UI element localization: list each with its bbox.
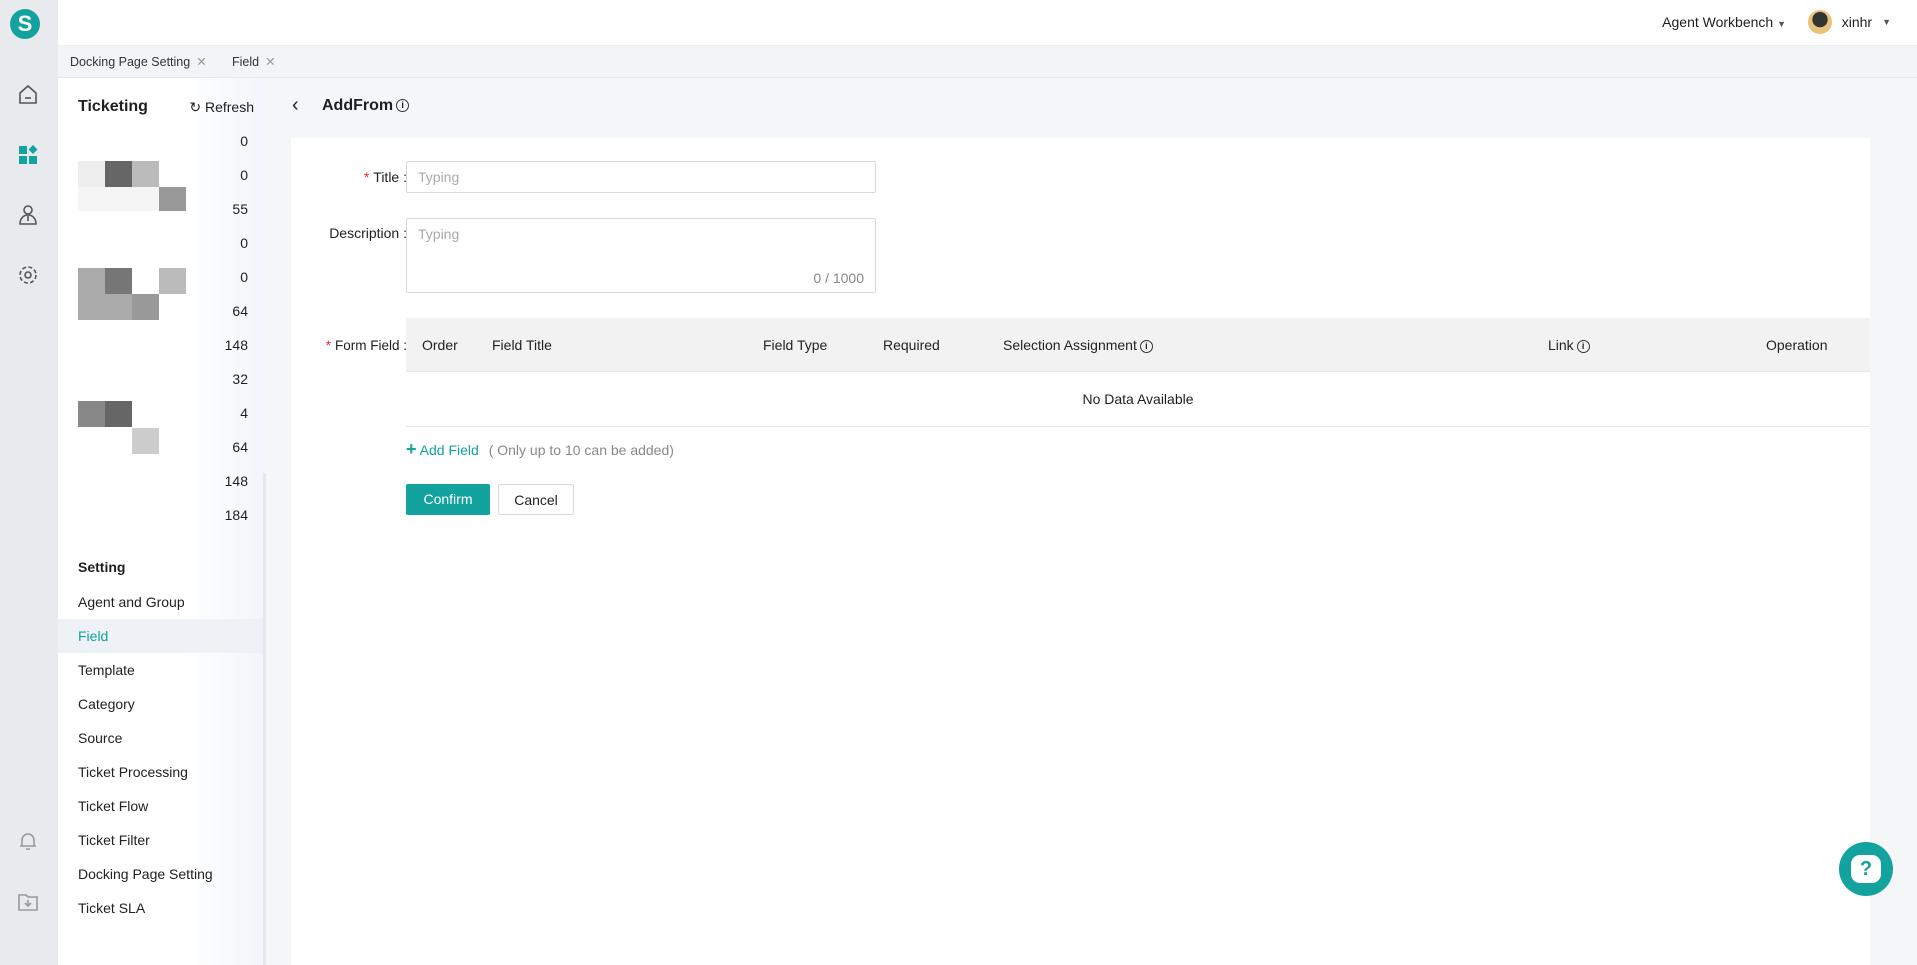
count: 4: [240, 405, 248, 421]
redacted-block: [78, 428, 186, 454]
count: 0: [240, 235, 248, 251]
description-label: Description :: [329, 225, 407, 241]
count: 55: [232, 201, 248, 217]
sidebar-item-source[interactable]: Source: [58, 721, 264, 755]
form-field-table: Order Field Title Field Type Required Se…: [406, 318, 1870, 428]
info-icon[interactable]: i: [1576, 339, 1590, 353]
refresh-button[interactable]: ↻ Refresh: [189, 99, 254, 116]
char-counter: 0 / 1000: [813, 270, 864, 286]
add-field-button[interactable]: + Add Field: [406, 439, 479, 459]
confirm-button[interactable]: Confirm: [406, 484, 490, 515]
cancel-button[interactable]: Cancel: [498, 484, 574, 515]
sidebar-item-ticket-sla[interactable]: Ticket SLA: [58, 891, 264, 925]
download-icon[interactable]: [16, 890, 40, 914]
column-link: Link i: [1548, 318, 1590, 372]
refresh-label: Refresh: [204, 99, 254, 115]
column-field-type: Field Type: [763, 337, 828, 353]
count: 64: [232, 303, 248, 319]
sidebar-item-agent-and-group[interactable]: Agent and Group: [58, 585, 264, 619]
page-title: AddFrom: [322, 97, 394, 114]
title-label: * Title :: [363, 169, 407, 185]
description-textarea[interactable]: Typing 0 / 1000: [406, 218, 876, 293]
left-rail: S: [0, 0, 58, 965]
sidebar-item-category[interactable]: Category: [58, 687, 264, 721]
form-card: * Title : Typing Description : Typing 0 / …: [291, 138, 1870, 965]
caret-down-icon: ▼: [1777, 19, 1786, 29]
info-icon[interactable]: i: [396, 99, 410, 113]
workbench-dropdown[interactable]: Agent Workbench ▼: [1662, 14, 1786, 30]
column-field-title: Field Title: [492, 337, 552, 353]
gear-icon[interactable]: [16, 263, 40, 287]
workbench-label: Agent Workbench: [1662, 14, 1774, 30]
agent-icon[interactable]: [16, 203, 40, 227]
caret-down-icon: ▼: [1882, 17, 1891, 27]
home-icon[interactable]: [16, 83, 40, 107]
sidebar-item-ticket-filter[interactable]: Ticket Filter: [58, 823, 264, 857]
tab-label: Field: [232, 55, 260, 69]
help-button[interactable]: ?: [1839, 842, 1893, 896]
page-header: AddFrom i: [322, 97, 410, 115]
app-logo[interactable]: S: [10, 9, 40, 39]
setting-heading: Setting: [78, 559, 126, 575]
tab-label: Docking Page Setting: [70, 55, 191, 69]
redacted-block: [78, 401, 186, 427]
help-icon: ?: [1851, 855, 1881, 883]
column-required: Required: [883, 337, 940, 353]
sidebar-item-field[interactable]: Field: [58, 619, 266, 653]
add-field-hint: ( Only up to 10 can be added): [488, 442, 674, 458]
empty-state: No Data Available: [406, 372, 1870, 427]
sidebar: Ticketing ↻ Refresh 0 0 55 0 0 64 148 32…: [58, 78, 266, 965]
column-operation: Operation: [1766, 337, 1828, 353]
count: 0: [240, 167, 248, 183]
top-bar: Agent Workbench ▼ xinhr ▼: [58, 0, 1917, 46]
tab-bar: Docking Page Setting ✕ Field ✕: [58, 46, 1917, 78]
tab-field[interactable]: Field ✕: [232, 46, 276, 78]
column-order: Order: [422, 337, 458, 353]
title-input[interactable]: Typing: [406, 161, 876, 193]
tab-docking-page-setting[interactable]: Docking Page Setting ✕: [70, 46, 207, 78]
plus-icon: +: [406, 439, 417, 459]
back-button[interactable]: ‹: [292, 94, 299, 117]
add-field-row: + Add Field ( Only up to 10 can be added…: [406, 439, 674, 460]
column-selection-assignment: Selection Assignment i: [1003, 318, 1153, 372]
redacted-block: [78, 294, 186, 320]
info-icon[interactable]: i: [1139, 339, 1153, 353]
count: 148: [224, 337, 248, 353]
count: 0: [240, 269, 248, 285]
redacted-block: [78, 161, 186, 187]
bell-icon[interactable]: [16, 829, 40, 853]
apps-icon[interactable]: [16, 143, 40, 167]
redacted-block: [78, 268, 186, 294]
username: xinhr: [1841, 14, 1873, 30]
redacted-block: [78, 187, 186, 211]
close-icon[interactable]: ✕: [196, 55, 206, 69]
form-field-label: * Form Field :: [325, 338, 407, 353]
sidebar-item-template[interactable]: Template: [58, 653, 264, 687]
table-header: Order Field Title Field Type Required Se…: [406, 318, 1870, 372]
count: 64: [232, 439, 248, 455]
user-menu[interactable]: xinhr ▼: [1807, 10, 1891, 34]
sidebar-scrollbar[interactable]: [263, 473, 266, 965]
sidebar-item-docking-page-setting[interactable]: Docking Page Setting: [58, 857, 264, 891]
count: 32: [232, 371, 248, 387]
count: 0: [240, 133, 248, 149]
refresh-icon: ↻: [189, 99, 202, 115]
sidebar-title: Ticketing: [78, 98, 148, 115]
sidebar-item-ticket-processing[interactable]: Ticket Processing: [58, 755, 264, 789]
description-placeholder: Typing: [418, 226, 460, 242]
close-icon[interactable]: ✕: [265, 55, 275, 69]
count: 184: [224, 507, 248, 523]
count: 148: [224, 473, 248, 489]
avatar: [1807, 10, 1832, 34]
sidebar-item-ticket-flow[interactable]: Ticket Flow: [58, 789, 264, 823]
